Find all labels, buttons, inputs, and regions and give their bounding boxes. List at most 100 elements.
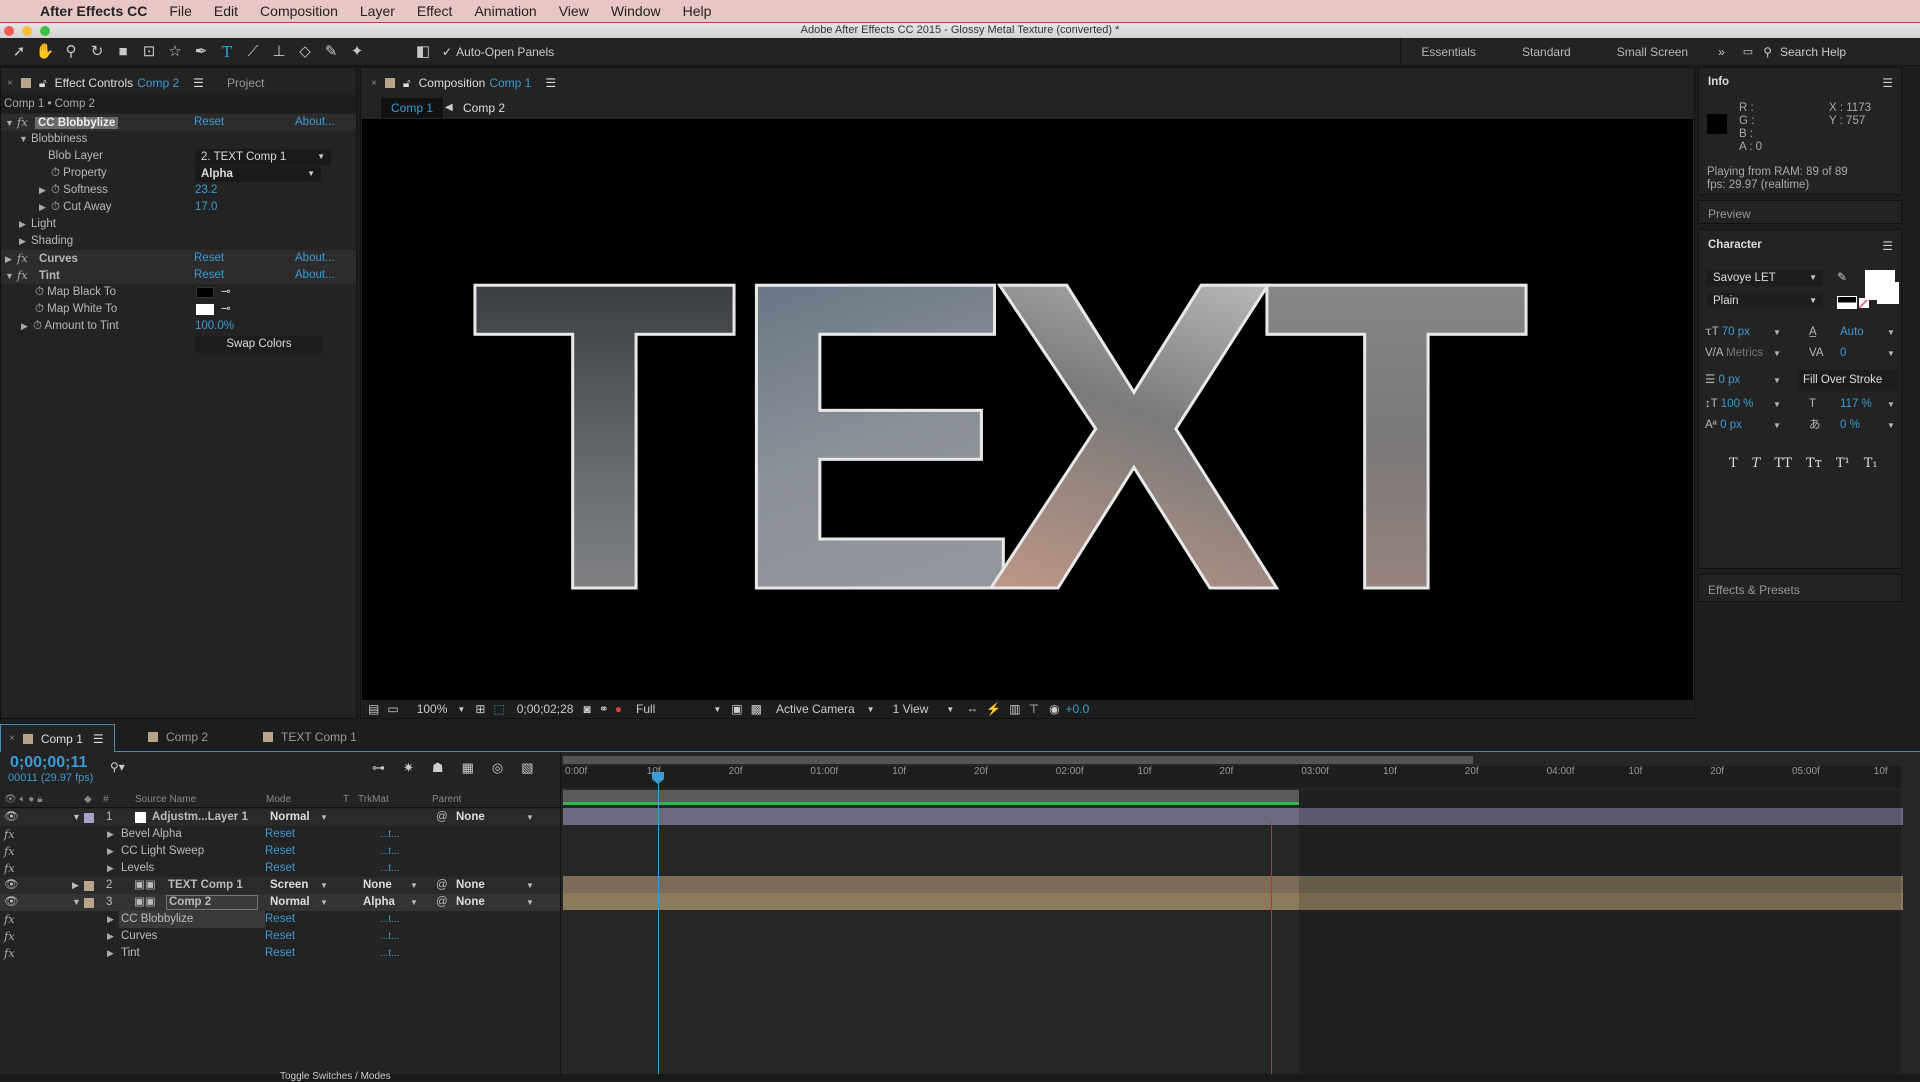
layer-name[interactable]: Comp 2 xyxy=(166,895,258,910)
menu-file[interactable]: File xyxy=(169,3,192,19)
minimize-window-button[interactable] xyxy=(22,26,32,36)
swap-colors-button[interactable]: Swap Colors xyxy=(195,336,323,353)
menu-edit[interactable]: Edit xyxy=(214,3,238,19)
playhead-line[interactable] xyxy=(658,772,659,1080)
color-swatch-white[interactable] xyxy=(196,304,214,315)
eraser-tool-icon[interactable]: ◇ xyxy=(292,41,318,63)
panel-menu-icon[interactable]: ☰ xyxy=(1882,239,1893,253)
lock-icon[interactable]: 🔓︎ xyxy=(39,76,47,91)
menu-window[interactable]: Window xyxy=(611,3,661,19)
reset-link[interactable]: Reset xyxy=(265,843,295,860)
softness-value[interactable]: 23.2 xyxy=(195,182,217,199)
effect-row[interactable]: fx ▶ Tint Reset ...t... xyxy=(0,945,560,962)
effect-controls-tab[interactable]: × 🔓︎ Effect Controls Comp 2 ☰ xyxy=(7,70,204,96)
effect-tint[interactable]: ▼ fx Tint Reset About... xyxy=(1,267,356,284)
panel-menu-icon[interactable]: ☰ xyxy=(545,76,556,90)
parent-dropdown[interactable]: None xyxy=(456,877,485,894)
composition-tab[interactable]: × 🔓︎ Composition Comp 1 ☰ xyxy=(371,70,556,96)
reset-link[interactable]: Reset xyxy=(194,114,224,131)
reset-link[interactable]: Reset xyxy=(265,928,295,945)
fill-color-swatch[interactable] xyxy=(1865,270,1895,300)
type-tool-icon[interactable]: T xyxy=(214,41,240,63)
chevron-down-icon[interactable]: ▼ xyxy=(713,705,721,714)
reset-link[interactable]: Reset xyxy=(265,860,295,877)
chevron-down-icon[interactable]: ▼ xyxy=(867,705,875,714)
font-size-value[interactable]: 70 px xyxy=(1722,326,1750,338)
view-layout-dropdown[interactable]: 1 View xyxy=(893,702,929,716)
snapshot-icon[interactable]: ◙ xyxy=(583,702,590,716)
col-source-name[interactable]: Source Name xyxy=(135,792,196,808)
effect-row[interactable]: fx ▶ Bevel Alpha Reset ...t... xyxy=(0,826,560,843)
brush-tool-icon[interactable]: ⟋ xyxy=(240,41,266,63)
workspace-small-screen[interactable]: Small Screen xyxy=(1617,45,1688,59)
chevron-down-icon[interactable]: ▼ xyxy=(946,705,954,714)
col-trkmat[interactable]: TrkMat xyxy=(358,792,389,808)
effects-presets-panel[interactable]: Effects & Presets xyxy=(1698,574,1902,602)
show-snapshot-icon[interactable]: ⚭ xyxy=(599,702,609,716)
group-blobbiness[interactable]: ▼ Blobbiness xyxy=(1,131,356,148)
lock-icon[interactable]: 🔓︎ xyxy=(403,76,411,91)
about-link[interactable]: About... xyxy=(295,267,335,284)
layer-row[interactable]: 👁︎ ▼ 1 Adjustm...Layer 1 Normal ▼ @ None ▼ xyxy=(0,809,560,826)
eyedropper-icon[interactable]: ✎ xyxy=(1837,270,1847,284)
roto-brush-tool-icon[interactable]: ✎ xyxy=(318,41,344,63)
font-family-dropdown[interactable]: Savoye LET xyxy=(1707,270,1823,286)
menu-help[interactable]: Help xyxy=(683,3,712,19)
effect-row[interactable]: fx ▶ Curves Reset ...t... xyxy=(0,928,560,945)
resolution-dropdown[interactable]: Full xyxy=(636,702,655,716)
workspace-overflow-button[interactable]: » xyxy=(1718,45,1725,59)
parent-dropdown[interactable]: None xyxy=(456,894,485,911)
blend-mode-dropdown[interactable]: Normal xyxy=(270,894,310,911)
chevron-down-icon[interactable]: ▼ xyxy=(457,705,465,714)
graph-editor-icon[interactable]: ▧ xyxy=(521,760,533,776)
transparency-grid-icon[interactable]: ▩ xyxy=(751,702,762,716)
reset-link[interactable]: Reset xyxy=(265,911,295,928)
effect-row[interactable]: fx ▶ CC Light Sweep Reset ...t... xyxy=(0,843,560,860)
project-tab[interactable]: Project xyxy=(227,70,264,96)
fast-previews-icon[interactable]: ⚡ xyxy=(986,702,1001,716)
composition-viewer[interactable]: T E X T xyxy=(362,119,1693,701)
all-caps-button[interactable]: TT xyxy=(1774,456,1792,471)
motion-blur-icon[interactable]: ◎ xyxy=(492,760,503,776)
font-style-dropdown[interactable]: Plain xyxy=(1707,293,1823,309)
faux-italic-button[interactable]: T xyxy=(1752,456,1761,471)
col-mode[interactable]: Mode xyxy=(266,792,291,808)
reset-link[interactable]: Reset xyxy=(194,250,224,267)
leading-value[interactable]: Auto xyxy=(1840,322,1864,343)
auto-open-checkbox[interactable]: ✓ xyxy=(442,45,452,59)
superscript-button[interactable]: T¹ xyxy=(1836,456,1850,471)
zoom-window-button[interactable] xyxy=(40,26,50,36)
property-dropdown[interactable]: Alpha xyxy=(195,166,321,182)
toggle-switches-modes-button[interactable]: Toggle Switches / Modes xyxy=(280,1071,391,1082)
eyedropper-icon[interactable]: ⊸ xyxy=(221,301,231,318)
layer-row-selected[interactable]: 👁︎ ▼ 3 ▣▣ Comp 2 Normal ▼ Alpha ▼ @ None ▼ xyxy=(0,894,560,911)
amount-to-tint-value[interactable]: 100.0% xyxy=(195,318,234,335)
magnification-dropdown[interactable]: 100% xyxy=(417,702,448,716)
workspace-standard[interactable]: Standard xyxy=(1522,45,1571,59)
always-preview-icon[interactable]: ▤ xyxy=(368,702,379,716)
exposure-value[interactable]: +0.0 xyxy=(1066,702,1090,716)
camera-view-dropdown[interactable]: Active Camera xyxy=(776,702,855,716)
shy-layers-icon[interactable]: ☗ xyxy=(432,760,444,776)
vertical-scale-value[interactable]: 100 % xyxy=(1721,398,1754,410)
channels-icon[interactable]: ● xyxy=(615,702,622,716)
draft-3d-icon[interactable]: ✷ xyxy=(403,760,414,776)
puppet-tool-icon[interactable]: ✦ xyxy=(344,41,370,63)
default-colors-icon[interactable] xyxy=(1837,296,1857,309)
kerning-value[interactable]: Metrics xyxy=(1726,347,1763,359)
flowchart-icon[interactable]: ⊤ xyxy=(1029,702,1039,716)
comp-crumb-active[interactable]: Comp 1 xyxy=(381,98,444,118)
frame-blending-icon[interactable]: ▦ xyxy=(462,760,474,776)
blob-layer-dropdown[interactable]: 2. TEXT Comp 1 xyxy=(195,149,331,165)
eyedropper-icon[interactable]: ⊸ xyxy=(221,284,231,301)
clone-stamp-tool-icon[interactable]: ⊥ xyxy=(266,41,292,63)
trkmat-dropdown[interactable]: Alpha xyxy=(363,894,395,911)
stroke-mode-dropdown[interactable]: Fill Over Stroke xyxy=(1799,370,1899,391)
search-help-input[interactable]: Search Help xyxy=(1780,45,1920,59)
timeline-tab-comp-2[interactable]: Comp 2 xyxy=(140,730,208,744)
color-swatch-black[interactable] xyxy=(196,287,214,298)
menu-composition[interactable]: Composition xyxy=(260,3,338,19)
menu-effect[interactable]: Effect xyxy=(417,3,453,19)
work-area-bar[interactable] xyxy=(563,790,1299,802)
faux-bold-button[interactable]: T xyxy=(1729,456,1738,471)
